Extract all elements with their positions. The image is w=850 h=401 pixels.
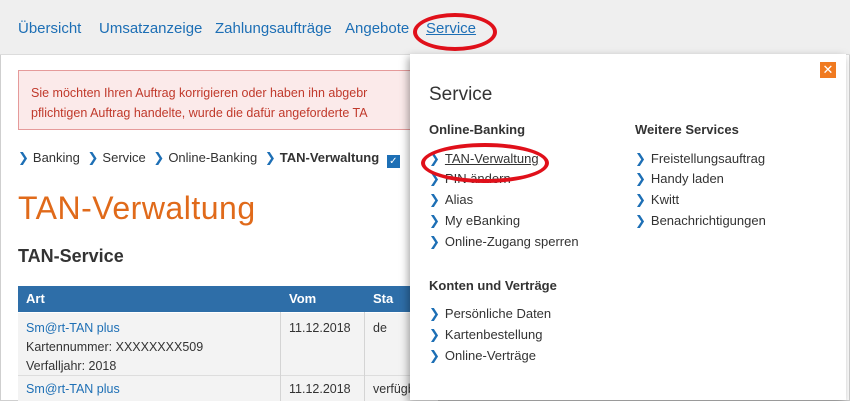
chevron-right-icon: ❯ <box>429 327 440 342</box>
breadcrumb-online-banking[interactable]: Online-Banking <box>168 150 257 165</box>
column-header-vom: Vom <box>289 291 317 306</box>
group-title-online-banking: Online-Banking <box>429 122 526 137</box>
close-icon[interactable]: ✕ <box>820 62 836 78</box>
menu-link-my-ebanking[interactable]: ❯ My eBanking <box>429 213 520 229</box>
chevron-right-icon: ❯ <box>635 171 646 186</box>
table-row: Sm@rt-TAN plus 11.12.2018 verfügbar <box>18 376 438 401</box>
alert-line-2: pflichtigen Auftrag handelte, wurde die … <box>31 106 368 120</box>
chevron-right-icon: ❯ <box>635 192 646 207</box>
row-vom: 11.12.2018 <box>289 321 351 335</box>
column-divider <box>364 312 365 401</box>
group-title-weitere-services: Weitere Services <box>635 122 739 137</box>
chevron-right-icon: ❯ <box>264 150 276 165</box>
row-art-link[interactable]: Sm@rt-TAN plus <box>26 319 203 338</box>
chevron-right-icon: ❯ <box>635 151 646 166</box>
highlight-circle-service <box>413 13 497 51</box>
menu-link-kwitt[interactable]: ❯ Kwitt <box>635 192 679 208</box>
nav-umsatzanzeige[interactable]: Umsatzanzeige <box>99 20 202 37</box>
alert-line-1: Sie möchten Ihren Auftrag korrigieren od… <box>31 86 368 100</box>
tan-table: Art Vom Sta Sm@rt-TAN plus Kartennummer:… <box>18 286 438 401</box>
menu-link-kartenbestellung[interactable]: ❯ Kartenbestellung <box>429 327 542 343</box>
table-header: Art Vom Sta <box>18 286 438 312</box>
alert-message: Sie möchten Ihren Auftrag korrigieren od… <box>18 70 438 130</box>
page-title: TAN-Verwaltung <box>18 190 256 226</box>
menu-link-benachrichtigungen[interactable]: ❯ Benachrichtigungen <box>635 213 766 229</box>
row-detail-expiry: Verfalljahr: 2018 <box>26 359 117 373</box>
column-header-art: Art <box>26 291 45 306</box>
menu-link-handy-laden[interactable]: ❯ Handy laden <box>635 171 724 187</box>
chevron-right-icon: ❯ <box>153 150 165 165</box>
menu-link-online-vertraege[interactable]: ❯ Online-Verträge <box>429 348 536 364</box>
menu-link-alias[interactable]: ❯ Alias <box>429 192 473 208</box>
breadcrumb-banking[interactable]: Banking <box>33 150 80 165</box>
section-title: TAN-Service <box>18 246 124 266</box>
chevron-right-icon: ❯ <box>429 306 440 321</box>
nav-zahlungsauftraege[interactable]: Zahlungsaufträge <box>215 20 332 37</box>
table-row: Sm@rt-TAN plus Kartennummer: XXXXXXXX509… <box>18 313 438 376</box>
breadcrumb: ❯ Banking ❯ Service ❯ Online-Banking ❯ TAN-V… <box>18 150 400 168</box>
menu-link-online-zugang-sperren[interactable]: ❯ Online-Zugang sperren <box>429 234 579 250</box>
column-divider <box>280 312 281 401</box>
row-vom: 11.12.2018 <box>289 382 351 396</box>
chevron-right-icon: ❯ <box>87 150 99 165</box>
row-detail-card-number: Kartennummer: XXXXXXXX509 <box>26 340 204 354</box>
chevron-right-icon: ❯ <box>429 213 440 228</box>
top-navigation: Übersicht Umsatzanzeige Zahlungsaufträge… <box>0 0 850 55</box>
nav-uebersicht[interactable]: Übersicht <box>18 20 81 37</box>
chevron-down-icon[interactable]: ✓ <box>386 155 400 168</box>
menu-link-persoenliche-daten[interactable]: ❯ Persönliche Daten <box>429 306 551 322</box>
chevron-right-icon: ❯ <box>429 234 440 249</box>
menu-link-freistellungsauftrag[interactable]: ❯ Freistellungsauftrag <box>635 151 765 167</box>
service-dropdown-panel: ✕ Service Online-Banking ❯ TAN-Verwaltung… <box>410 54 846 400</box>
column-header-status: Sta <box>373 291 394 306</box>
service-menu-title: Service <box>429 84 493 105</box>
highlight-circle-tan-verwaltung <box>421 143 549 183</box>
row-art-link[interactable]: Sm@rt-TAN plus <box>26 380 120 399</box>
breadcrumb-current: TAN-Verwaltung <box>279 150 380 165</box>
breadcrumb-service[interactable]: Service <box>102 150 145 165</box>
row-status: de <box>373 321 387 335</box>
chevron-right-icon: ❯ <box>429 192 440 207</box>
chevron-right-icon: ❯ <box>635 213 646 228</box>
group-title-konten-vertraege: Konten und Verträge <box>429 278 557 293</box>
nav-angebote[interactable]: Angebote <box>345 20 409 37</box>
chevron-right-icon: ❯ <box>429 348 440 363</box>
chevron-right-icon: ❯ <box>18 150 29 165</box>
